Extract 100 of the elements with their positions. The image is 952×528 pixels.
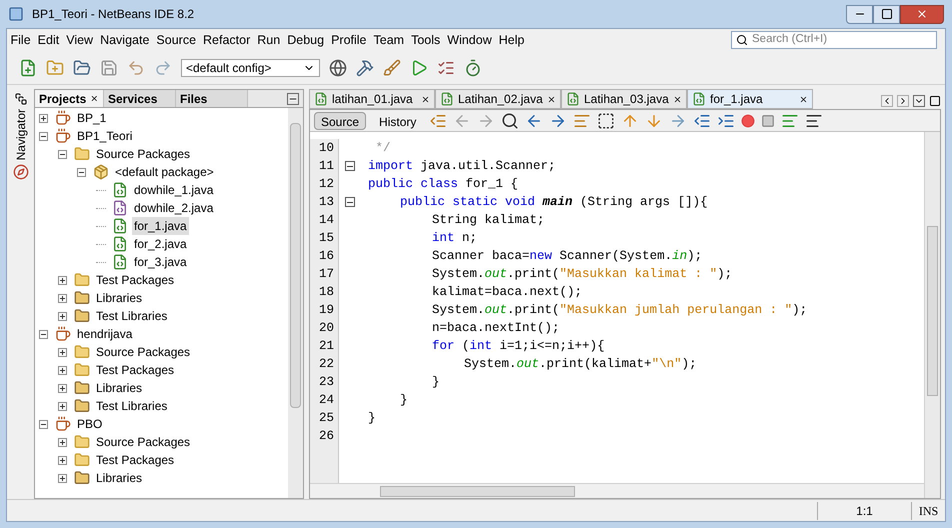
expand-toggle[interactable] (58, 348, 67, 356)
navigator-tab[interactable]: Navigator (12, 109, 30, 160)
menu-item[interactable]: Profile (328, 30, 370, 50)
tree-item[interactable]: hendrijava (75, 325, 134, 343)
maximize-icon[interactable] (929, 95, 941, 107)
expand-toggle[interactable] (58, 384, 67, 392)
panel-tab[interactable]: Projects (35, 90, 104, 107)
fold-toggle[interactable] (345, 197, 355, 207)
line-number: 22 (318, 356, 334, 373)
editor-tab[interactable]: for_1.java (687, 89, 813, 109)
expand-toggle[interactable] (58, 402, 67, 410)
horizontal-scrollbar[interactable] (310, 483, 924, 498)
expand-toggle[interactable] (58, 294, 67, 302)
tree-item[interactable]: Libraries (94, 469, 144, 487)
search-icon[interactable] (736, 34, 748, 46)
maximize-button[interactable] (873, 4, 900, 24)
java-file-icon (112, 200, 128, 216)
tree-item[interactable]: dowhile_2.java (132, 199, 216, 217)
globe-icon[interactable] (329, 58, 347, 76)
tree-item[interactable]: BP_1 (75, 109, 108, 127)
tree-item[interactable]: Test Packages (94, 451, 176, 469)
line-number: 10 (318, 140, 334, 157)
collapse-toggle[interactable] (58, 150, 67, 158)
menu-item[interactable]: Refactor (200, 30, 254, 50)
expand-toggle[interactable] (39, 114, 48, 122)
run-icon[interactable] (410, 58, 428, 76)
tree-item[interactable]: Test Packages (94, 361, 176, 379)
view-toggle[interactable]: History (372, 112, 424, 130)
java-file-icon (314, 92, 328, 106)
tree-item[interactable]: for_3.java (132, 253, 189, 271)
tree-item[interactable]: BP1_Teori (75, 127, 134, 145)
open-folder-icon[interactable] (73, 58, 91, 76)
menu-item[interactable]: Help (495, 30, 528, 50)
tree-item[interactable]: Source Packages (94, 145, 192, 163)
expand-toggle[interactable] (58, 366, 67, 374)
menu-item[interactable]: Edit (34, 30, 63, 50)
collapse-toggle[interactable] (77, 168, 86, 176)
expand-toggle[interactable] (58, 456, 67, 464)
stopwatch-icon[interactable] (464, 58, 482, 76)
expand-toggle[interactable] (58, 276, 67, 284)
vertical-scrollbar[interactable] (924, 132, 940, 498)
collapse-toggle[interactable] (39, 330, 48, 338)
close-button[interactable] (900, 4, 944, 24)
panel-tab[interactable]: Files (176, 90, 248, 107)
close-icon[interactable] (90, 94, 99, 103)
coffee-cup-icon (55, 128, 71, 144)
tree-item[interactable]: Libraries (94, 289, 144, 307)
view-toggle[interactable]: Source (314, 112, 366, 130)
java-file-icon (112, 254, 128, 270)
close-icon[interactable] (673, 94, 682, 104)
hammer-icon[interactable] (356, 58, 374, 76)
tree-item[interactable]: Libraries (94, 379, 144, 397)
tree-item[interactable]: Source Packages (94, 343, 192, 361)
tab-list-icon[interactable] (913, 95, 925, 107)
code-line: public class for_1 { (368, 177, 518, 191)
line-number: 20 (318, 320, 334, 337)
tree-item[interactable]: PBO (75, 415, 104, 433)
minimize-panel-icon[interactable] (287, 93, 299, 105)
tree-item[interactable]: Source Packages (94, 433, 192, 451)
search-icon[interactable] (501, 112, 520, 130)
line-number: 11 (318, 158, 334, 175)
scroll-right-icon[interactable] (897, 95, 909, 107)
package-icon (93, 164, 109, 180)
new-file-icon[interactable] (19, 58, 37, 76)
menu-item[interactable]: Navigate (96, 30, 153, 50)
menu-item[interactable]: Run (254, 30, 284, 50)
editor-tab[interactable]: Latihan_03.java (561, 89, 687, 109)
panel-tab[interactable]: Services (104, 90, 176, 107)
tree-item[interactable]: for_1.java (132, 217, 189, 235)
fold-toggle[interactable] (345, 161, 355, 171)
close-icon[interactable] (421, 94, 430, 104)
config-dropdown[interactable]: <default config> (181, 58, 320, 76)
selection-icon[interactable] (597, 112, 616, 130)
menu-item[interactable]: Tools (408, 30, 444, 50)
expand-toggle[interactable] (58, 312, 67, 320)
restore-window-icon[interactable] (14, 93, 26, 105)
menu-item[interactable]: File (7, 30, 34, 50)
tree-item[interactable]: Test Libraries (94, 397, 170, 415)
close-icon[interactable] (799, 94, 808, 104)
tree-item[interactable]: dowhile_1.java (132, 181, 216, 199)
tree-item[interactable]: Test Packages (94, 271, 176, 289)
menu-item[interactable]: View (62, 30, 97, 50)
collapse-toggle[interactable] (39, 420, 48, 428)
menu-item[interactable]: Team (370, 30, 408, 50)
java-file-icon (112, 218, 128, 234)
vertical-scrollbar[interactable] (288, 108, 303, 498)
expand-toggle[interactable] (58, 438, 67, 446)
scroll-left-icon[interactable] (881, 95, 893, 107)
tree-item[interactable]: for_2.java (132, 235, 189, 253)
tree-item[interactable]: Test Libraries (94, 307, 170, 325)
menu-item[interactable]: Source (152, 30, 200, 50)
collapse-toggle[interactable] (39, 132, 48, 140)
editor-tab[interactable]: Latihan_02.java (435, 89, 561, 109)
tree-item[interactable]: <default package> (113, 163, 216, 181)
menu-item[interactable]: Window (444, 30, 496, 50)
close-icon[interactable] (547, 94, 556, 104)
menu-item[interactable]: Debug (284, 30, 328, 50)
folder-icon (74, 470, 90, 486)
editor-tab[interactable]: latihan_01.java (309, 89, 435, 109)
expand-toggle[interactable] (58, 474, 67, 482)
